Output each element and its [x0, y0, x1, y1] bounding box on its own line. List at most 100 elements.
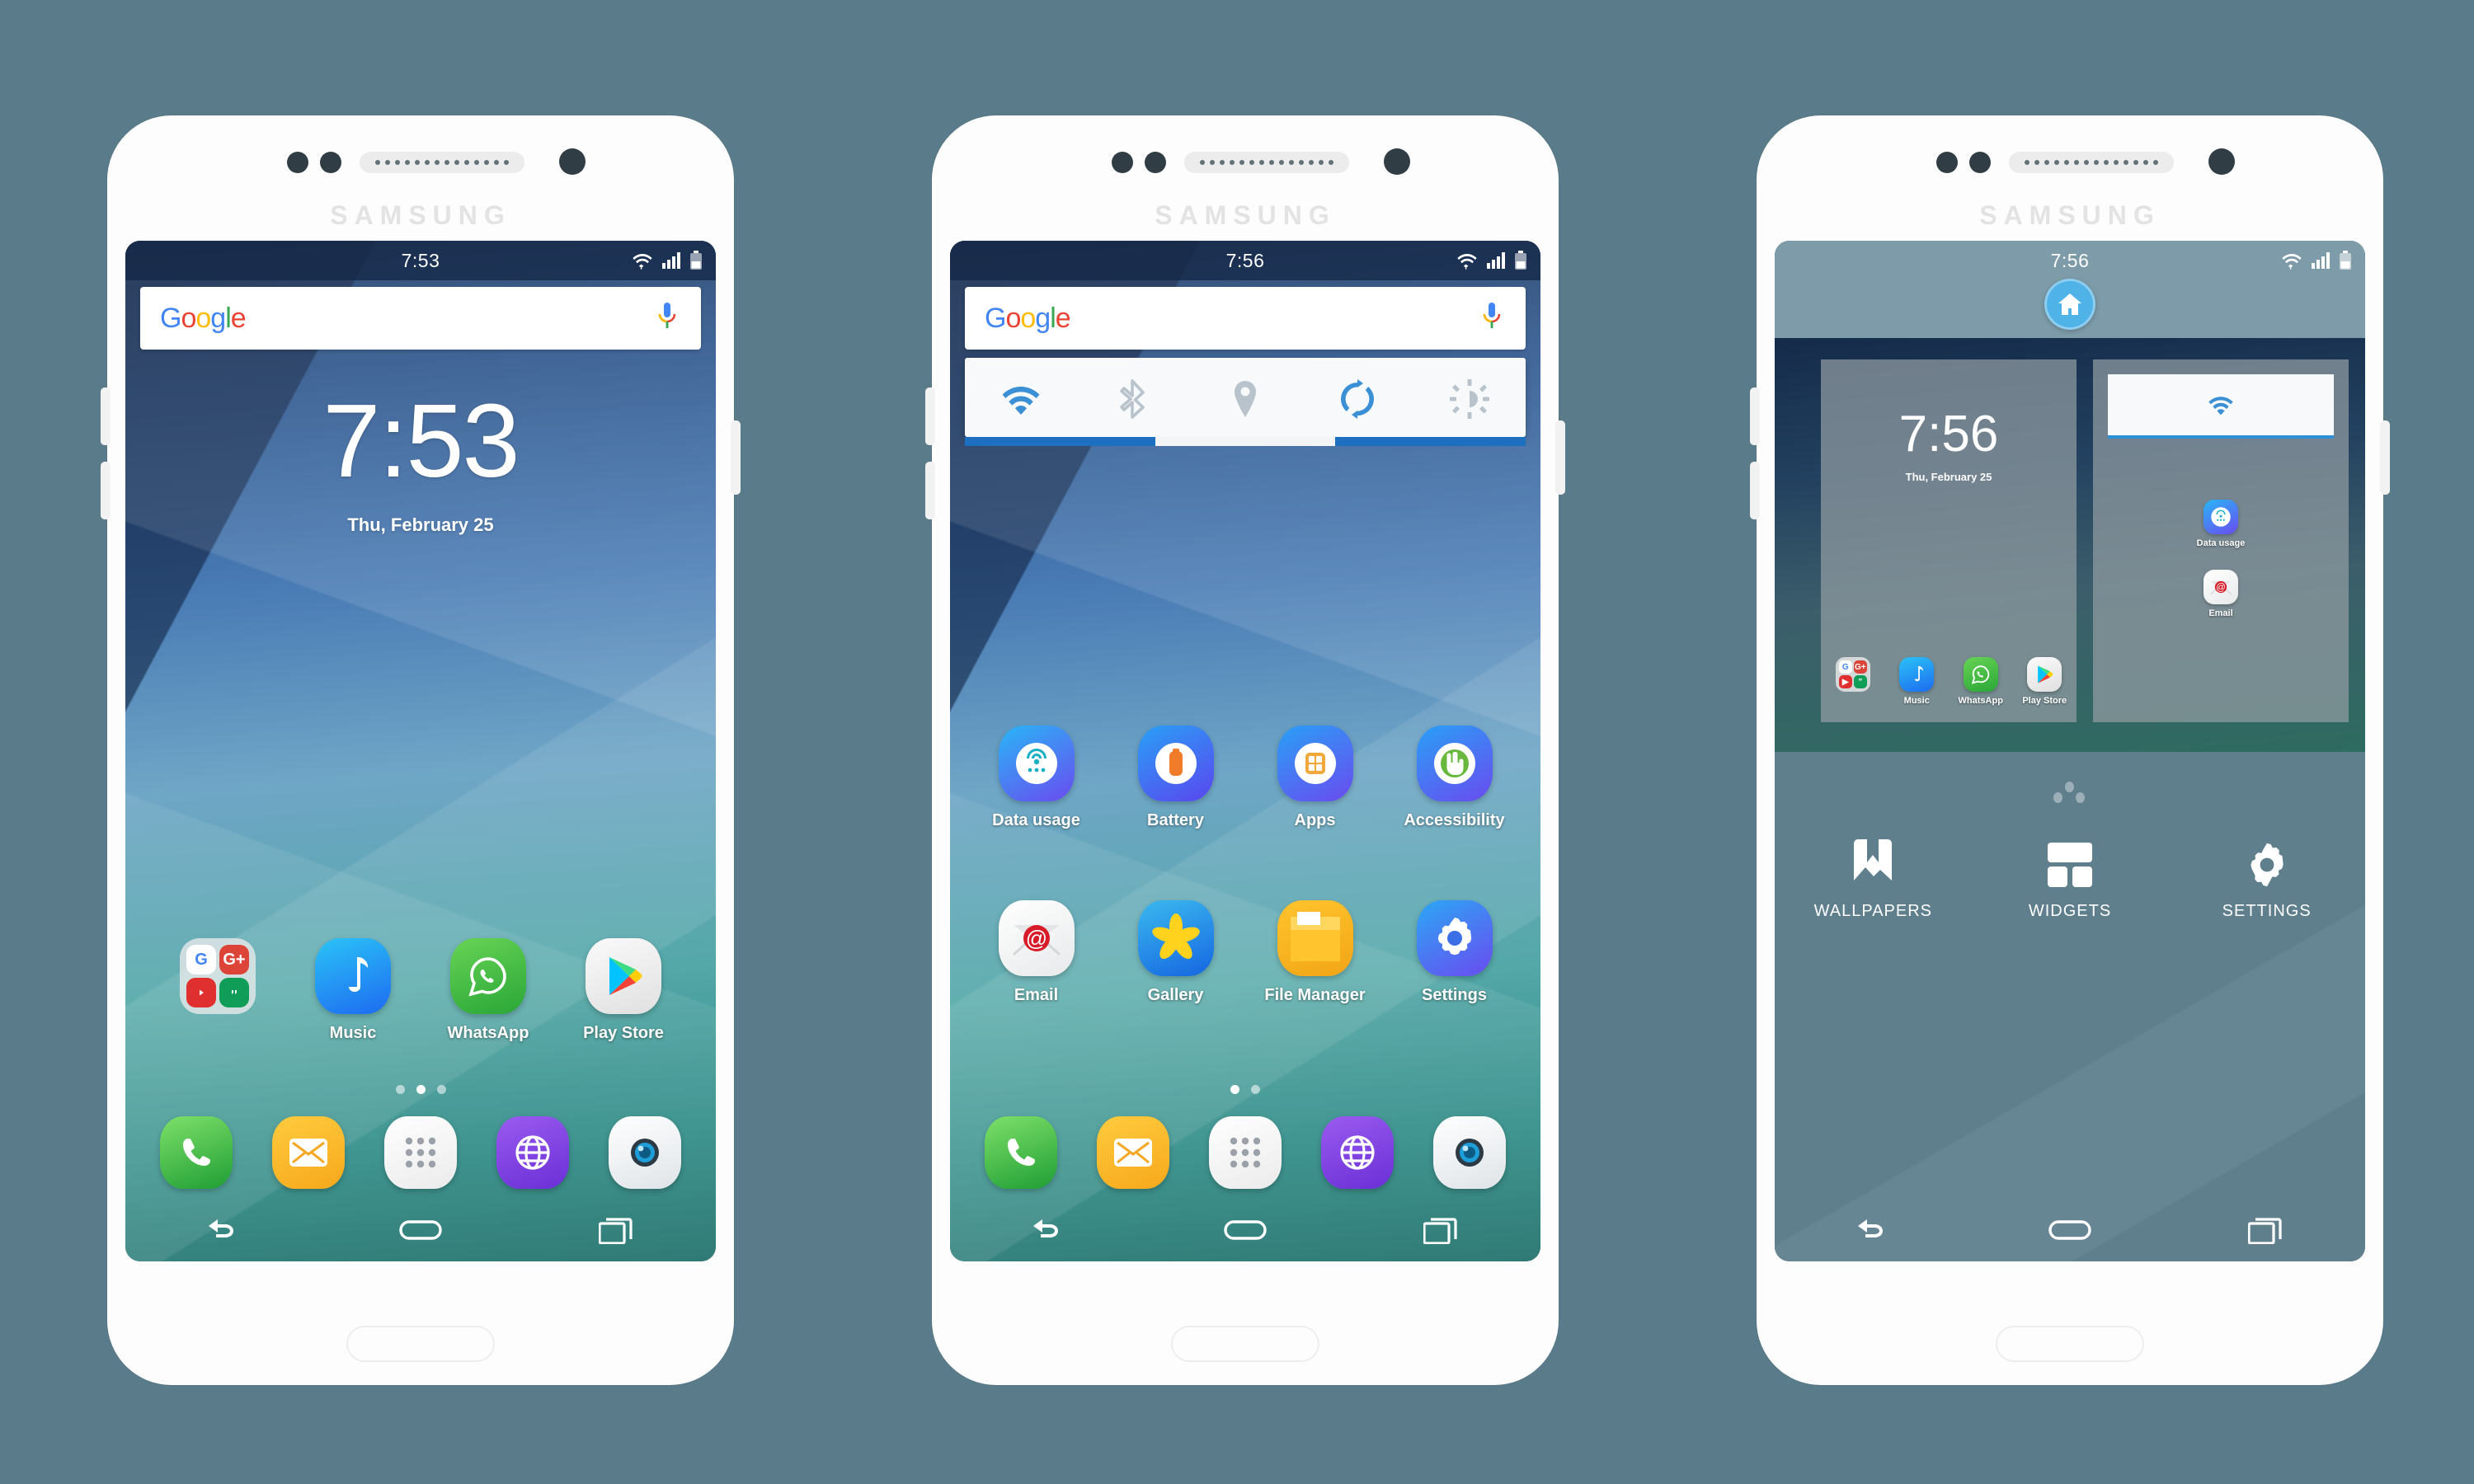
physical-home-key[interactable]	[1996, 1326, 2144, 1362]
volume-down-button[interactable]	[925, 462, 935, 519]
location-toggle[interactable]	[1189, 379, 1301, 419]
dock-item-messages[interactable]	[1077, 1116, 1189, 1189]
app-label: WhatsApp	[447, 1024, 529, 1042]
dock-item-internet[interactable]	[1301, 1116, 1413, 1189]
samsung-brand-logo: SAMSUNG	[1979, 200, 2161, 230]
app-gallery[interactable]: Gallery	[1106, 900, 1245, 1005]
dock-item-apps[interactable]	[1189, 1116, 1301, 1189]
dock-item-messages[interactable]	[252, 1116, 365, 1189]
clock-widget[interactable]: 7:53 Thu, February 25	[125, 389, 716, 536]
dock-item-phone[interactable]	[965, 1116, 1077, 1189]
microphone-icon[interactable]	[656, 301, 678, 336]
app-email[interactable]: @ Email	[967, 900, 1106, 1005]
microphone-icon[interactable]	[1481, 301, 1503, 336]
sync-toggle[interactable]	[1301, 379, 1413, 419]
nav-recents-button[interactable]	[2168, 1216, 2365, 1244]
nav-back-button[interactable]	[1775, 1218, 1972, 1242]
clock-date: Thu, February 25	[347, 514, 494, 535]
app-music[interactable]: Music	[285, 938, 421, 1043]
widgets-button[interactable]: WIDGETS	[1972, 839, 2169, 921]
google-icon: G	[1838, 660, 1852, 674]
app-settings[interactable]: Settings	[1385, 900, 1524, 1005]
battery-icon	[2339, 251, 2352, 270]
volume-up-button[interactable]	[101, 387, 111, 445]
dock-item-phone[interactable]	[140, 1116, 252, 1189]
play-store-icon	[586, 938, 661, 1014]
app-file-manager[interactable]: File Manager	[1245, 900, 1385, 1005]
volume-up-button[interactable]	[925, 387, 935, 445]
preview-app-whatsapp[interactable]: WhatsApp	[1949, 657, 2013, 706]
phone-icon	[985, 1116, 1057, 1189]
nav-home-button[interactable]	[1972, 1220, 2169, 1240]
settings-button[interactable]: SETTINGS	[2168, 839, 2365, 921]
preview-app-play-store[interactable]: Play Store	[2013, 657, 2077, 706]
google-search-bar[interactable]: Google	[965, 287, 1526, 350]
phone-device-2: SAMSUNG 7:56 Google Data usage Battery A…	[925, 115, 1565, 1385]
app-battery[interactable]: Battery	[1106, 726, 1245, 830]
preview-app-column: Data usage @ Email	[2093, 500, 2349, 640]
dock-item-camera[interactable]	[1413, 1116, 1526, 1189]
app-data-usage[interactable]: Data usage	[967, 726, 1106, 830]
nav-home-button[interactable]	[1147, 1220, 1344, 1240]
wifi-toggle[interactable]	[965, 379, 1077, 419]
preview-app-email[interactable]: @ Email	[2093, 570, 2349, 618]
resize-handle-right[interactable]	[1334, 437, 1526, 446]
default-home-badge[interactable]	[2044, 279, 2095, 330]
wallpapers-button[interactable]: WALLPAPERS	[1775, 839, 1972, 921]
power-button[interactable]	[2380, 420, 2390, 495]
page-dot[interactable]	[2076, 792, 2085, 803]
physical-home-key[interactable]	[346, 1326, 495, 1362]
dock-item-camera[interactable]	[589, 1116, 701, 1189]
sensor-dot-icon	[1112, 152, 1133, 173]
email-icon: @	[998, 900, 1075, 976]
google-folder-icon: G G+	[180, 938, 256, 1014]
music-icon	[315, 938, 391, 1014]
physical-home-key[interactable]	[1171, 1326, 1319, 1362]
volume-up-button[interactable]	[1750, 387, 1760, 445]
app-accessibility[interactable]: Accessibility	[1385, 726, 1524, 830]
page-dot[interactable]	[2053, 792, 2062, 803]
google-logo: Google	[985, 302, 1071, 334]
preview-app-row: G G+ ▶ ” . Music	[1821, 657, 2077, 706]
page-dot-active[interactable]	[1230, 1085, 1239, 1094]
nav-recents-button[interactable]	[1343, 1216, 1540, 1244]
gallery-icon	[1137, 900, 1214, 976]
quick-settings-widget	[965, 358, 1526, 446]
phone-icon	[160, 1116, 233, 1189]
power-button[interactable]	[731, 420, 741, 495]
page-dot[interactable]	[395, 1085, 405, 1094]
svg-text:@: @	[2216, 583, 2226, 593]
page-dot[interactable]	[436, 1085, 446, 1094]
app-play-store[interactable]: Play Store	[556, 938, 691, 1043]
wallpaper-icon	[1775, 839, 1972, 889]
nav-recents-button[interactable]	[519, 1216, 716, 1244]
dock-item-internet[interactable]	[477, 1116, 589, 1189]
internet-icon	[496, 1116, 569, 1189]
power-button[interactable]	[1555, 420, 1565, 495]
page-dot[interactable]	[1251, 1085, 1260, 1094]
editor-action-area: WALLPAPERS WIDGETS SETTINGS	[1775, 752, 2365, 1261]
messages-icon	[272, 1116, 345, 1189]
dock-item-apps[interactable]	[365, 1116, 477, 1189]
nav-back-button[interactable]	[125, 1218, 322, 1242]
app-google-folder[interactable]: G G+	[150, 938, 285, 1043]
home-page-preview-1[interactable]: 7:56 Thu, February 25 G G+ ▶ ” .	[1821, 359, 2077, 722]
google-search-bar[interactable]: Google	[140, 287, 701, 350]
preview-app-data-usage[interactable]: Data usage	[2093, 500, 2349, 548]
app-whatsapp[interactable]: WhatsApp	[421, 938, 556, 1043]
brightness-toggle[interactable]	[1413, 379, 1526, 419]
page-dot-active[interactable]	[416, 1085, 426, 1094]
app-apps[interactable]: Apps	[1245, 726, 1385, 830]
resize-handle-left[interactable]	[965, 437, 1156, 446]
volume-down-button[interactable]	[101, 462, 111, 519]
quick-settings-widget-preview[interactable]	[2108, 374, 2334, 439]
nav-back-button[interactable]	[950, 1218, 1147, 1242]
nav-home-button[interactable]	[322, 1220, 520, 1240]
volume-down-button[interactable]	[1750, 462, 1760, 519]
bluetooth-toggle[interactable]	[1077, 379, 1189, 419]
preview-app-google-folder[interactable]: G G+ ▶ ” .	[1821, 657, 1885, 706]
preview-app-music[interactable]: Music	[1885, 657, 1950, 706]
page-dot[interactable]	[2065, 782, 2074, 792]
home-page-preview-2[interactable]: Data usage @ Email	[2093, 359, 2349, 722]
settings-label: SETTINGS	[2222, 902, 2312, 920]
